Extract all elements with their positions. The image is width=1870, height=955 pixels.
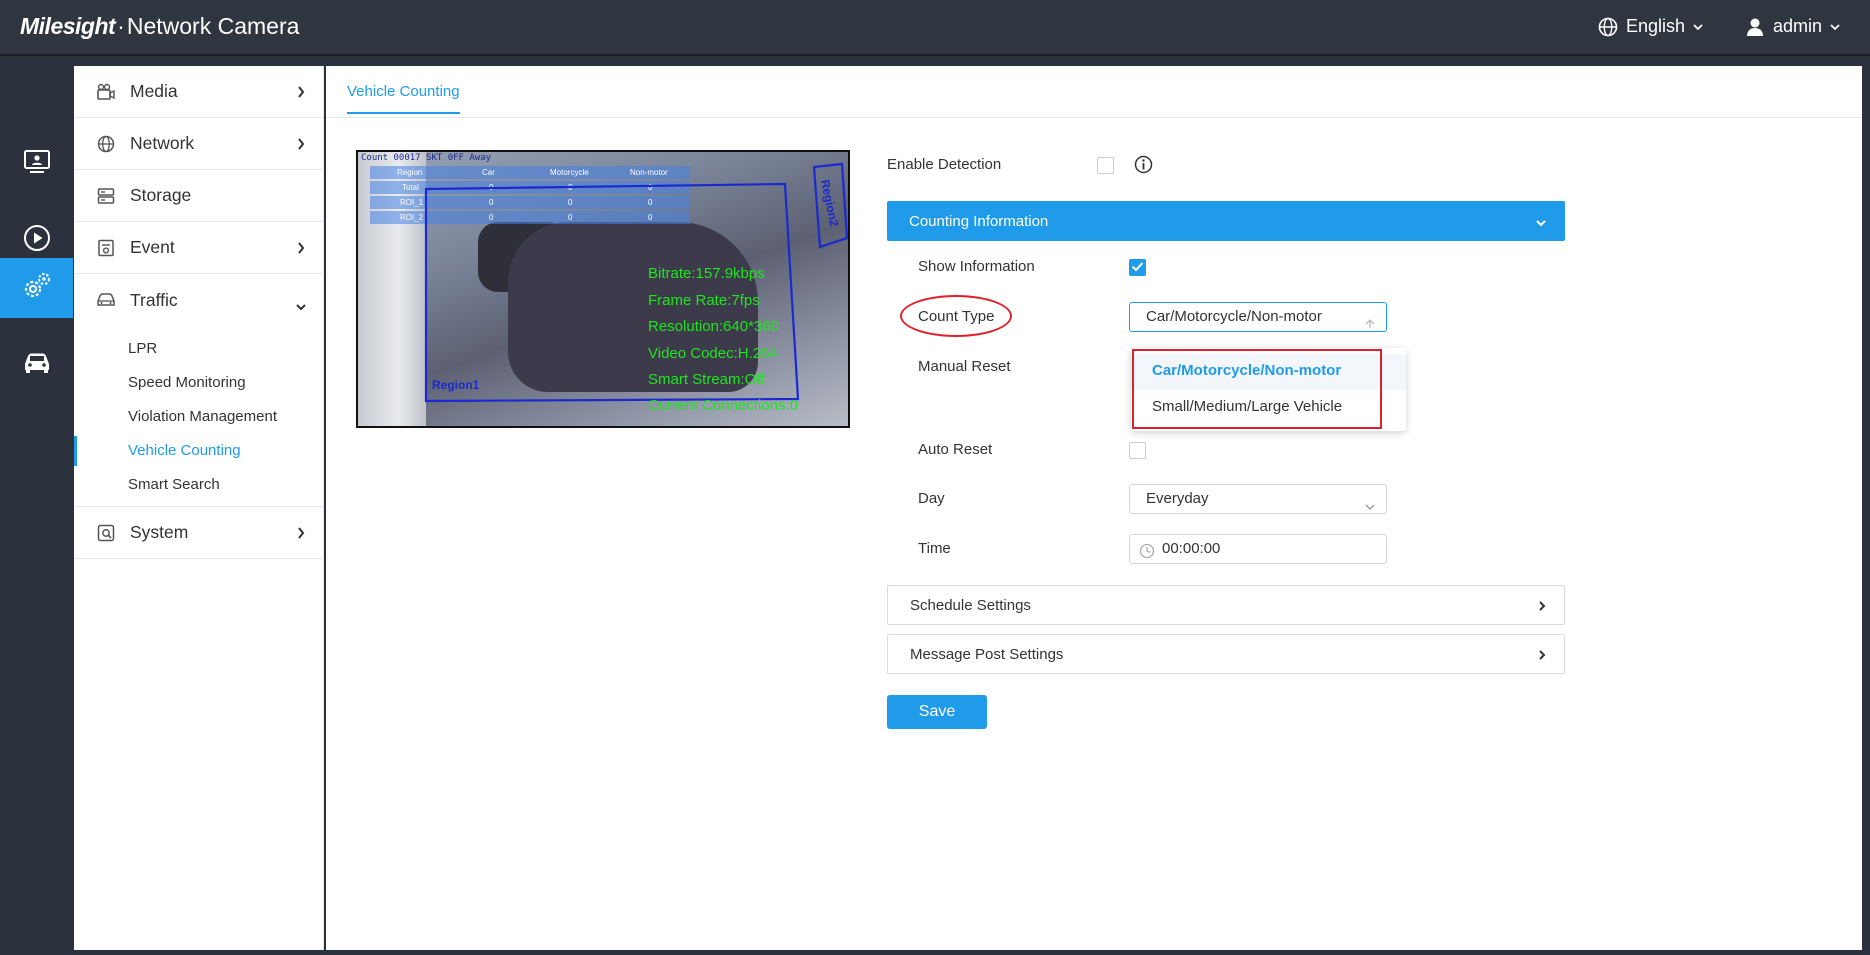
sidebar-item-smart-search[interactable]: Smart Search [74,468,323,502]
main-nav-iconbar [0,58,73,955]
enable-detection-label: Enable Detection [887,156,1002,173]
logo: Milesight·Network Camera [20,13,300,39]
show-information-checkbox[interactable] [1129,259,1146,276]
count-type-label: Count Type [918,308,995,325]
chevron-down-icon [1830,23,1840,31]
sidebar-item-lpr[interactable]: LPR [74,332,323,366]
chevron-down-icon [1535,214,1547,231]
tab-vehicle-counting[interactable]: Vehicle Counting [347,83,460,114]
chevron-down-icon [1693,23,1703,31]
play-icon [23,224,51,257]
sidebar-item-system[interactable]: System [74,507,323,559]
osd-line: Frame Rate:7fps [648,292,760,309]
checkmark-icon [1131,259,1144,277]
message-post-settings-section[interactable]: Message Post Settings [887,634,1565,674]
time-label: Time [918,540,951,557]
chevron-down-icon [1364,493,1376,521]
count-type-select[interactable]: Car/Motorcycle/Non-motor [1129,302,1387,332]
language-selector[interactable]: English [1598,16,1703,37]
sidebar-item-label: Media [130,81,178,101]
osd-line: Resolution:640*360 [648,318,779,335]
user-menu[interactable]: admin [1745,16,1840,37]
logo-product: Network Camera [126,13,300,39]
globe-icon [96,134,116,154]
osd-line: Smart Stream:Off [648,371,765,388]
chevron-right-icon [297,135,305,156]
section-title: Counting Information [909,212,1049,230]
sidebar-item-storage[interactable]: Storage [74,170,323,222]
media-icon [96,82,116,102]
time-value: 00:00:00 [1162,540,1221,557]
tab-bar: Vehicle Counting [326,66,1862,118]
gear-icon [21,270,53,307]
section-title: Schedule Settings [910,596,1031,614]
sidebar-item-violation-management[interactable]: Violation Management [74,400,323,434]
day-label: Day [918,490,945,507]
schedule-settings-section[interactable]: Schedule Settings [887,585,1565,625]
monitor-icon [23,149,51,180]
clock-icon [1139,541,1155,569]
sidebar-item-label: Event [130,237,175,257]
settings-nav[interactable] [0,258,73,318]
event-icon [96,238,116,258]
globe-icon [1598,17,1618,37]
osd-line: Current Connections:0 [648,397,799,414]
car-icon [22,350,52,379]
chevron-right-icon [297,83,305,104]
sidebar-item-event[interactable]: Event [74,222,323,274]
save-button[interactable]: Save [887,695,987,729]
chevron-down-icon [295,295,307,316]
car-icon [96,290,116,310]
sidebar-item-label: Storage [130,185,192,205]
counting-information-section[interactable]: Counting Information [887,201,1565,241]
sidebar-item-traffic[interactable]: Traffic [74,274,323,326]
day-select[interactable]: Everyday [1129,484,1387,514]
sidebar-item-media[interactable]: Media [74,66,323,118]
count-type-value: Car/Motorcycle/Non-motor [1146,308,1322,325]
logo-brand: Milesight [20,13,116,39]
auto-reset-label: Auto Reset [918,441,993,458]
storage-icon [96,186,116,206]
region1-label: Region1 [432,378,480,392]
options-highlight-box [1132,349,1382,429]
username-label: admin [1773,16,1823,36]
main-panel: Vehicle Counting Count 00017 SKT 0FF Awa… [326,66,1862,950]
sidebar-item-label: System [130,522,189,542]
sidebar-item-label: Network [130,133,195,153]
sidebar-item-network[interactable]: Network [74,118,323,170]
sidebar-item-vehicle-counting[interactable]: Vehicle Counting [74,434,323,468]
top-header: Milesight·Network Camera English admin [0,0,1870,56]
sidebar-item-speed-monitoring[interactable]: Speed Monitoring [74,366,323,400]
language-label: English [1626,16,1686,36]
osd-line: Bitrate:157.9kbps [648,265,765,282]
auto-reset-checkbox[interactable] [1129,442,1146,459]
user-icon [1745,17,1765,37]
info-icon[interactable] [1134,155,1153,179]
sidebar-item-label: Traffic [130,289,178,310]
chevron-right-icon [1538,648,1546,665]
day-value: Everyday [1146,490,1209,507]
chevron-up-icon [1364,311,1376,339]
live-video-preview: Count 00017 SKT 0FF Away Region Car Moto… [356,150,850,428]
enable-detection-checkbox[interactable] [1097,157,1114,174]
manual-reset-label: Manual Reset [918,358,1011,375]
osd-line: Video Codec:H.264 [648,345,778,362]
show-information-label: Show Information [918,258,1035,275]
live-view-nav[interactable] [0,134,73,194]
chevron-right-icon [1538,599,1546,616]
traffic-nav[interactable] [0,334,73,394]
time-input[interactable]: 00:00:00 [1129,534,1387,564]
traffic-submenu: LPR Speed Monitoring Violation Managemen… [74,326,323,507]
settings-sidebar: Media Network Storage Event Traffic LPR … [74,66,324,950]
section-title: Message Post Settings [910,645,1064,663]
chevron-right-icon [297,524,305,545]
system-icon [96,523,116,543]
chevron-right-icon [297,239,305,260]
